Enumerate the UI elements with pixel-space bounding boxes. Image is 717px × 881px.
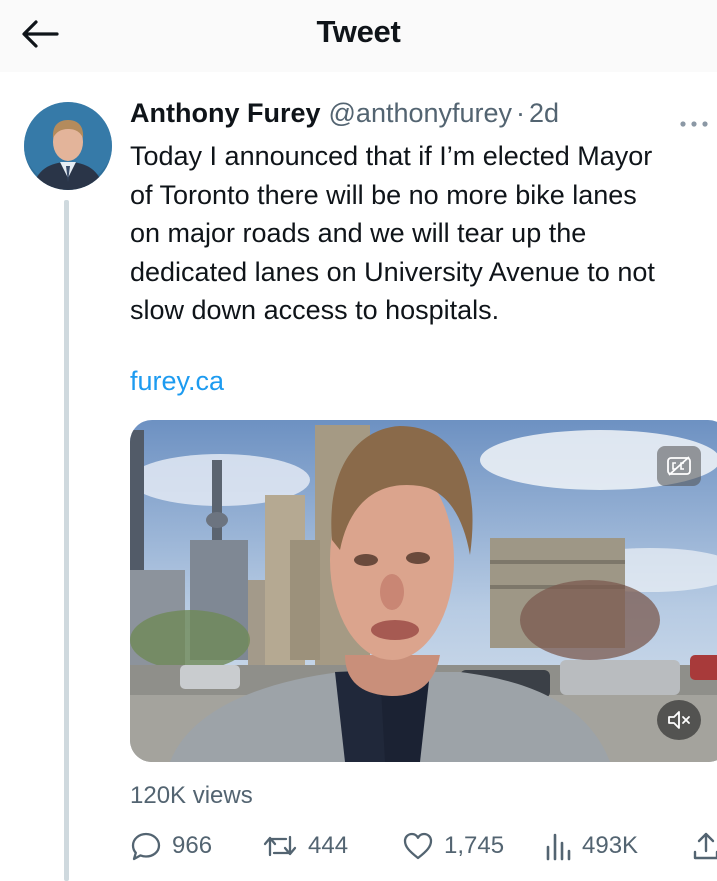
tweet-link[interactable]: furey.ca	[130, 366, 224, 397]
retweet-count: 444	[308, 832, 349, 859]
heart-icon	[403, 832, 433, 860]
separator: ·	[516, 98, 526, 128]
view-count: 120K views	[130, 782, 253, 809]
top-bar: Tweet	[0, 0, 717, 72]
muted-speaker-icon	[668, 711, 690, 729]
like-count: 1,745	[444, 832, 505, 859]
views-bar-chart-icon	[546, 833, 571, 861]
views-button[interactable]: 493K	[544, 826, 638, 866]
thread-line	[64, 200, 69, 881]
video-thumbnail[interactable]	[130, 420, 717, 762]
action-bar: 966 444 1,745 493K	[130, 826, 717, 866]
timestamp[interactable]: 2d	[529, 98, 559, 129]
more-options-button[interactable]	[679, 108, 709, 134]
captions-off-icon	[667, 456, 691, 476]
tweet-text: Today I announced that if I’m elected Ma…	[130, 141, 655, 325]
reply-button[interactable]: 966	[130, 826, 212, 866]
reply-count: 966	[172, 832, 213, 859]
avatar[interactable]	[24, 102, 112, 190]
author-row: Anthony Furey @anthonyfurey · 2d	[130, 98, 559, 134]
more-dots-icon	[680, 121, 708, 127]
share-button[interactable]	[692, 826, 717, 866]
retweet-button[interactable]: 444	[262, 826, 348, 866]
captions-button[interactable]	[657, 446, 701, 486]
author-name[interactable]: Anthony Furey	[130, 98, 321, 129]
share-icon	[693, 832, 717, 860]
mute-button[interactable]	[657, 700, 701, 740]
retweet-icon	[263, 835, 297, 857]
like-button[interactable]: 1,745	[402, 826, 504, 866]
page-title: Tweet	[316, 14, 401, 49]
author-handle[interactable]: @anthonyfurey	[329, 98, 513, 129]
views-count: 493K	[582, 832, 639, 859]
reply-bubble-icon	[131, 832, 161, 861]
